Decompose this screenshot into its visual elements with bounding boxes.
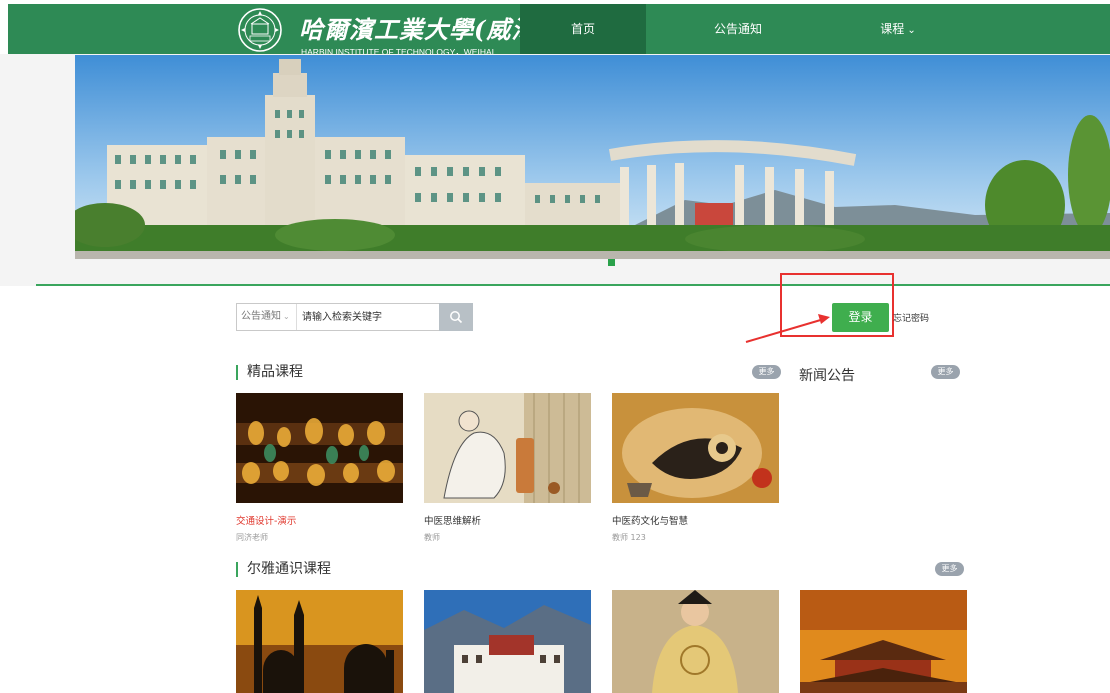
- course-thumbnail[interactable]: [612, 590, 779, 693]
- forgot-password-link[interactable]: 忘记密码: [893, 311, 929, 324]
- course-name: 交通设计-演示: [236, 516, 297, 527]
- campus-photo: [75, 55, 1110, 259]
- erya-courses-title: 尔雅通识课程: [236, 562, 331, 577]
- logo-chinese-name: 哈爾濱工業大學(威海): [299, 15, 549, 44]
- course-thumbnail: [612, 393, 779, 503]
- campus-banner[interactable]: [75, 55, 1110, 259]
- nav-home-label: 首页: [570, 22, 595, 36]
- course-thumbnail: [424, 393, 591, 503]
- search-category-select[interactable]: 公告通知 ⌄: [237, 304, 297, 330]
- page: 哈爾濱工業大學(威海) HARBIN INSTITUTE OF TECHNOLO…: [0, 0, 1110, 693]
- course-teacher: 教师 123: [612, 533, 646, 542]
- section-divider: [36, 284, 1110, 286]
- chevron-down-icon: ⌄: [283, 312, 290, 321]
- news-more-button[interactable]: 更多: [931, 365, 960, 379]
- search-category-label: 公告通知: [241, 311, 281, 322]
- login-button[interactable]: 登录: [832, 303, 889, 332]
- course-card[interactable]: 中医思维解析 教师: [424, 393, 591, 543]
- chevron-down-icon: ⌄: [907, 25, 916, 36]
- course-card[interactable]: 交通设计-演示 同济老师: [236, 393, 403, 543]
- nav-announcements[interactable]: 公告通知: [675, 4, 801, 54]
- nav-announcements-label: 公告通知: [713, 22, 762, 36]
- news-title: 新闻公告: [799, 368, 855, 384]
- course-teacher: 教师: [424, 533, 440, 542]
- emblem-icon: [238, 8, 282, 52]
- top-header: 哈爾濱工業大學(威海) HARBIN INSTITUTE OF TECHNOLO…: [8, 4, 1110, 57]
- search-icon: [450, 311, 463, 324]
- featured-more-button[interactable]: 更多: [752, 365, 781, 379]
- course-teacher: 同济老师: [236, 533, 268, 542]
- course-thumbnail[interactable]: [236, 590, 403, 693]
- course-thumbnail: [236, 393, 403, 503]
- slide-indicator[interactable]: [608, 259, 615, 266]
- search-bar: 公告通知 ⌄: [236, 303, 473, 331]
- course-thumbnail[interactable]: [424, 590, 591, 693]
- university-logo[interactable]: 哈爾濱工業大學(威海) HARBIN INSTITUTE OF TECHNOLO…: [237, 6, 548, 57]
- nav-courses-label: 课程: [880, 22, 905, 36]
- course-card[interactable]: 中医药文化与智慧 教师 123: [612, 393, 779, 543]
- nav-courses[interactable]: 课程 ⌄: [835, 4, 961, 54]
- nav-home[interactable]: 首页: [520, 4, 646, 54]
- annotation-arrow-icon: [745, 314, 830, 343]
- search-input[interactable]: [298, 304, 440, 330]
- course-thumbnail[interactable]: [800, 590, 967, 693]
- featured-courses-title: 精品课程: [236, 365, 303, 380]
- erya-more-button[interactable]: 更多: [935, 562, 964, 576]
- search-button[interactable]: [439, 303, 473, 331]
- course-name: 中医思维解析: [424, 516, 482, 527]
- course-name: 中医药文化与智慧: [612, 516, 689, 527]
